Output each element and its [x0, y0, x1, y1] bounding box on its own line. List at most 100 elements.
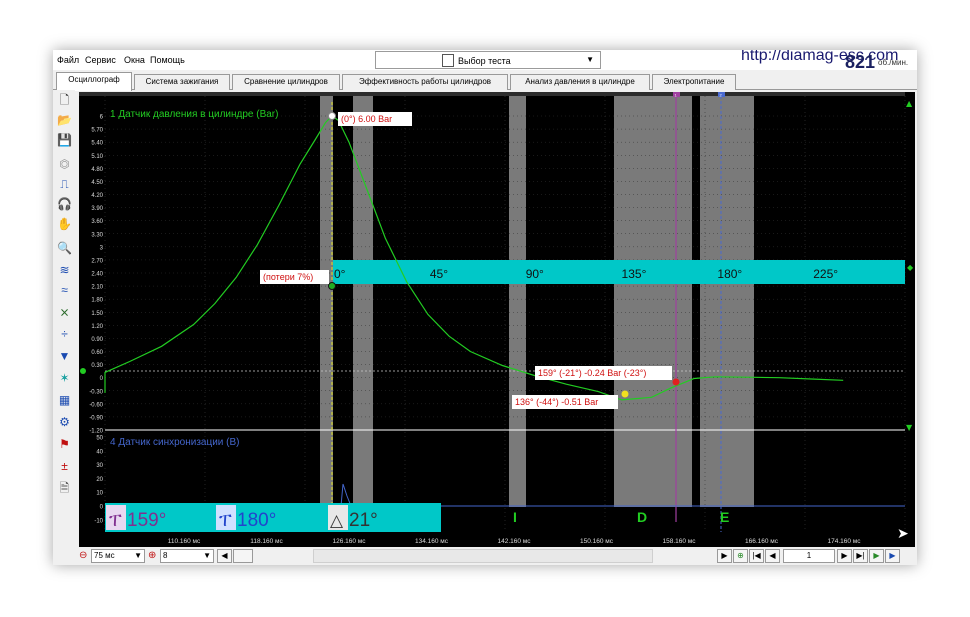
save-icon[interactable]: 💾 — [56, 132, 73, 149]
tab-ignition[interactable]: Система зажигания — [134, 74, 230, 90]
loss-label: (потери 7%) — [263, 272, 313, 282]
auto-icon[interactable]: ⏣ — [56, 156, 73, 173]
time-tick-label: 174.160 мс — [827, 538, 861, 545]
y-tick-label: 3.30 — [91, 232, 103, 238]
mouse-pointer-icon: ➤ — [897, 526, 909, 542]
time-tick-label: 166.160 мс — [745, 538, 779, 545]
loss-marker — [328, 282, 336, 290]
play-fast-button[interactable]: ▶ — [885, 549, 900, 563]
app-window: Файл Сервис Окна Помощь Выбор теста ▼ ht… — [53, 50, 917, 565]
left-toolbar: 🗋 📂 💾 ⏣ ⎍ 🎧 ✋ 🔍 ≋ ≈ ⨯ ÷ ▼ ✶ ▦ ⚙ ⚑ ± 🗎 — [53, 90, 75, 545]
prev-page-button[interactable]: ◀ — [765, 549, 780, 563]
channels-icon[interactable]: ≋ — [56, 262, 73, 279]
horizontal-scrollbar[interactable] — [313, 549, 653, 563]
chevron-down-icon: ▼ — [203, 551, 211, 560]
zero-marker-icon — [80, 368, 86, 374]
next-page-button[interactable]: ▶ — [837, 549, 852, 563]
time-tick-label: 126.160 мс — [332, 538, 366, 545]
y-tick-label: 4.20 — [91, 193, 103, 199]
time-tick-label: 142.160 мс — [497, 538, 531, 545]
tab-power-supply[interactable]: Электропитание — [652, 74, 736, 90]
tab-cylinder-compare[interactable]: Сравнение цилиндров — [232, 74, 340, 90]
test-selector[interactable]: Выбор теста ▼ — [375, 51, 601, 69]
tab-cylinder-efficiency[interactable]: Эффективность работы цилиндров — [342, 74, 508, 90]
y-tick-label: 2.70 — [91, 258, 103, 264]
channel-overlay-icon[interactable]: ≈ — [56, 282, 73, 299]
flag-icon[interactable]: ⚑ — [56, 436, 73, 453]
new-file-icon[interactable]: 🗋 — [56, 92, 73, 109]
y-tick-label: -0.30 — [89, 389, 103, 395]
cursor-yellow-marker — [621, 390, 629, 398]
y-tick-label: -10 — [94, 518, 103, 524]
y-tick-label: 3.90 — [91, 206, 103, 212]
y-tick-label: 30 — [96, 463, 103, 469]
cursor2-angle: 180° — [237, 510, 276, 531]
menu-bar: Файл Сервис Окна Помощь Выбор теста ▼ ht… — [53, 50, 917, 72]
y-tick-label: 1.20 — [91, 324, 103, 330]
angle-label: 90° — [526, 267, 544, 281]
oscilloscope-plot[interactable]: 65.705.405.104.804.504.203.903.603.3032.… — [79, 92, 915, 547]
test-select-icon — [442, 54, 454, 67]
page-number[interactable]: 1 — [783, 549, 835, 563]
y-tick-label: 2.40 — [91, 272, 103, 278]
rpm-unit: об./мин. — [878, 58, 909, 67]
auto-setup-icon[interactable]: ⚙ — [56, 414, 73, 431]
angle-label: 180° — [717, 267, 742, 281]
play-button[interactable]: ▶ — [869, 549, 884, 563]
channel4-label: 4 Датчик синхронизации (В) — [110, 437, 239, 448]
y-tick-label: -0.60 — [89, 402, 103, 408]
zero-icon[interactable]: ± — [56, 458, 73, 475]
menu-file[interactable]: Файл — [57, 55, 79, 65]
chevron-down-icon: ▼ — [586, 55, 594, 64]
y-tick-label: 1.50 — [91, 311, 103, 317]
filter-icon[interactable]: ▼ — [56, 348, 73, 365]
zoom-icon[interactable]: 🔍 — [56, 240, 73, 257]
trigger-icon[interactable]: ⎍ — [56, 176, 73, 193]
y-tick-label: 4.50 — [91, 180, 103, 186]
channel-select[interactable]: 8 ▼ — [160, 549, 214, 563]
angle-label: 0° — [334, 267, 346, 281]
time-axis: 110.160 мс 118.160 мс 126.160 мс 134.160 мс… — [168, 538, 862, 545]
menu-windows[interactable]: Окна — [124, 55, 145, 65]
time-tick-label: 134.160 мс — [415, 538, 449, 545]
scroll-right-button[interactable]: ▶ — [717, 549, 732, 563]
grid-icon[interactable]: ▦ — [56, 392, 73, 409]
open-folder-icon[interactable]: 📂 — [56, 112, 73, 129]
expand-icon[interactable]: ⨯ — [56, 304, 73, 321]
diamond-icon: ◆ — [907, 263, 914, 272]
timebase-select[interactable]: 75 мс ▼ — [91, 549, 145, 563]
y-tick-label: 5.10 — [91, 154, 103, 160]
scroll-left-button[interactable]: ◀ — [217, 549, 232, 563]
menu-service[interactable]: Сервис — [85, 55, 116, 65]
cursor-yellow-label: 136° (-44°) -0.51 Bar — [515, 397, 598, 407]
phase-letter: I — [513, 509, 517, 525]
peak-label: (0°) 6.00 Bar — [341, 114, 392, 124]
hand-icon[interactable]: ✋ — [56, 216, 73, 233]
test-selector-label: Выбор теста — [458, 56, 511, 66]
delta-icon: △ — [330, 511, 344, 531]
y-tick-label: -0.90 — [89, 415, 103, 421]
angle-label: 225° — [813, 267, 838, 281]
timebase-icon[interactable]: ⊖ — [79, 550, 87, 561]
channel-sel-value: 8 — [163, 551, 168, 560]
tab-pressure-analysis[interactable]: Анализ давления в цилиндре — [510, 74, 650, 90]
tab-oscilloscope[interactable]: Осциллограф — [56, 72, 132, 91]
menu-help[interactable]: Помощь — [150, 55, 185, 65]
first-page-button[interactable]: |◀ — [749, 549, 764, 563]
channel1-label: 1 Датчик давления в цилиндре (Bar) — [110, 109, 278, 120]
colors-icon[interactable]: ✶ — [56, 370, 73, 387]
time-tick-label: 110.160 мс — [168, 538, 201, 545]
y-tick-label: 0.30 — [91, 363, 103, 369]
y-tick-label: -1.20 — [89, 429, 103, 435]
compress-icon[interactable]: ÷ — [56, 326, 73, 343]
document-icon[interactable]: 🗎 — [56, 480, 73, 497]
scroll-up-icon[interactable]: ▲ — [906, 99, 913, 108]
channel-sel-icon[interactable]: ⊕ — [148, 550, 156, 561]
scroll-down-icon[interactable]: ▼ — [906, 423, 913, 432]
cursor-red-label: 159° (-21°) -0.24 Bar (-23°) — [538, 368, 646, 378]
chevron-down-icon: ▼ — [134, 551, 142, 560]
zoom-in-button[interactable]: ⊕ — [733, 549, 748, 563]
scroll-thumb[interactable] — [233, 549, 253, 563]
headphones-icon[interactable]: 🎧 — [56, 196, 73, 213]
last-page-button[interactable]: ▶| — [853, 549, 868, 563]
